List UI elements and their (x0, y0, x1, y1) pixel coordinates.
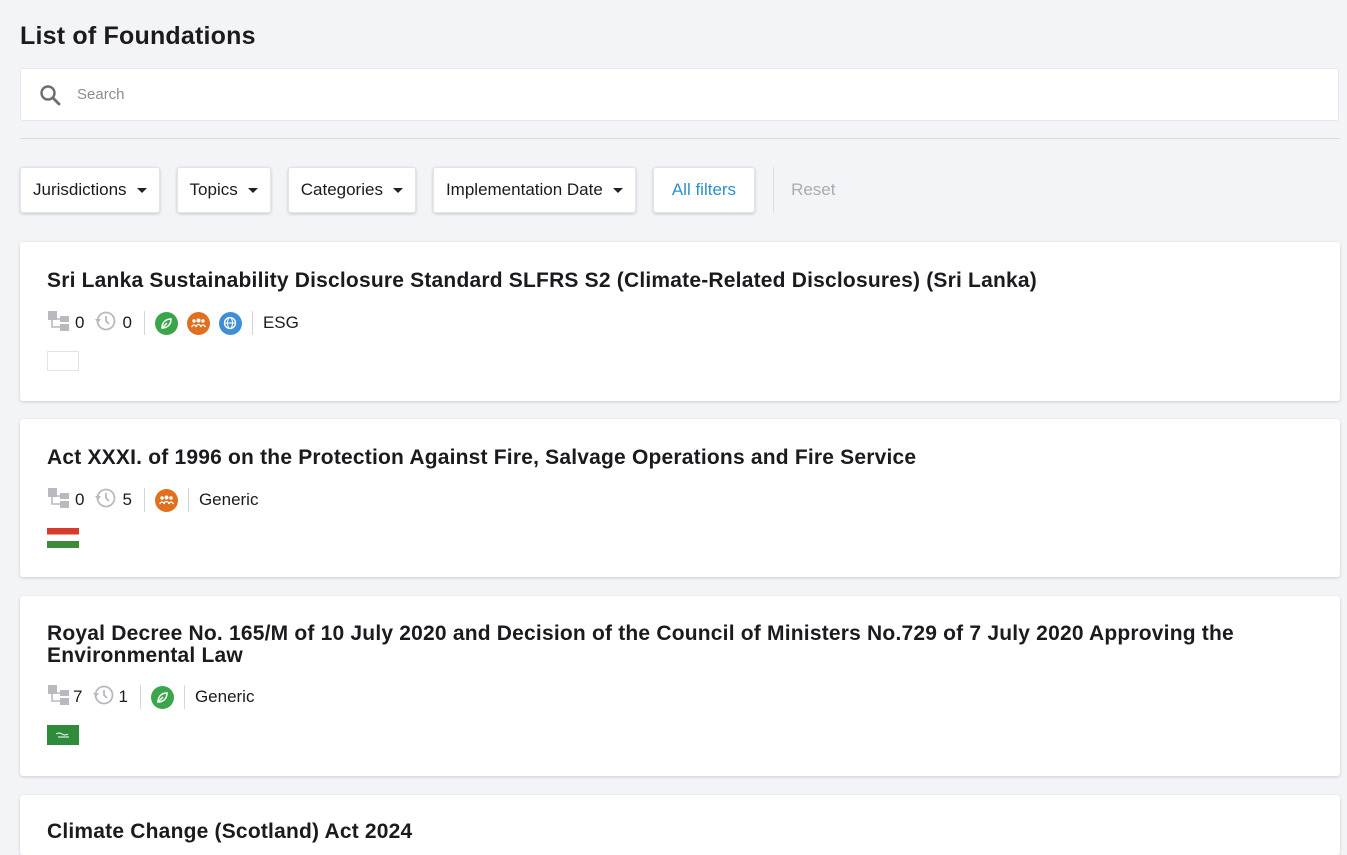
hierarchy-count: 0 (75, 313, 85, 332)
caret-down-icon (136, 187, 147, 193)
jurisdictions-label: Jurisdictions (33, 180, 127, 199)
jurisdictions-filter-button[interactable]: Jurisdictions (20, 167, 160, 213)
divider (20, 138, 1340, 139)
search-icon (39, 84, 61, 106)
page-title: List of Foundations (20, 22, 256, 50)
all-filters-button[interactable]: All filters (652, 167, 756, 213)
caret-down-icon (392, 187, 403, 193)
filter-divider (773, 167, 775, 213)
saudi-arabia-flag (47, 725, 79, 745)
people-icon (154, 488, 178, 512)
search-input[interactable] (75, 85, 1279, 104)
globe-icon (218, 311, 242, 335)
page: List of Foundations Jurisdictions Topics… (0, 0, 1347, 214)
categories-label: Categories (300, 180, 383, 199)
history-count: 0 (122, 313, 132, 332)
foundation-meta: 0 5 Generic (47, 486, 1313, 514)
leaf-icon (150, 685, 174, 709)
history-count: 1 (118, 687, 128, 706)
topics-label: Topics (189, 180, 238, 199)
hierarchy-icon (47, 310, 71, 337)
meta-divider (251, 311, 253, 335)
implementation-date-label: Implementation Date (445, 180, 603, 199)
search-bar[interactable] (20, 68, 1339, 121)
implementation-date-filter-button[interactable]: Implementation Date (432, 167, 636, 213)
hierarchy-icon (47, 487, 71, 514)
foundation-card[interactable]: Royal Decree No. 165/M of 10 July 2020 a… (20, 596, 1340, 776)
foundation-title[interactable]: Climate Change (Scotland) Act 2024 (47, 821, 1313, 843)
caret-down-icon (612, 187, 623, 193)
foundation-title[interactable]: Act XXXI. of 1996 on the Protection Agai… (47, 447, 1313, 469)
category-label: Generic (198, 490, 259, 509)
meta-divider (187, 488, 189, 512)
foundation-card[interactable]: Climate Change (Scotland) Act 2024 (20, 795, 1340, 855)
hierarchy-icon (47, 684, 71, 711)
category-label: ESG (262, 313, 299, 332)
reset-button[interactable]: Reset (791, 180, 835, 200)
hungary-flag (47, 528, 79, 548)
meta-divider (143, 311, 145, 335)
blank-flag (47, 351, 79, 371)
people-icon (186, 311, 210, 335)
history-icon (94, 310, 118, 337)
foundation-meta: 7 1 Generic (47, 683, 1313, 711)
hierarchy-count: 0 (75, 490, 85, 509)
history-count: 5 (122, 490, 132, 509)
categories-filter-button[interactable]: Categories (287, 167, 416, 213)
topics-filter-button[interactable]: Topics (176, 167, 271, 213)
meta-divider (139, 685, 141, 709)
history-icon (92, 684, 116, 711)
foundation-meta: 0 0 ESG (47, 309, 1313, 337)
foundation-card[interactable]: Sri Lanka Sustainability Disclosure Stan… (20, 242, 1340, 401)
category-label: Generic (194, 687, 255, 706)
history-icon (94, 487, 118, 514)
foundation-card[interactable]: Act XXXI. of 1996 on the Protection Agai… (20, 419, 1340, 577)
leaf-icon (154, 311, 178, 335)
meta-divider (143, 488, 145, 512)
caret-down-icon (247, 187, 258, 193)
filter-bar: Jurisdictions Topics Categories Implemen… (20, 166, 1341, 214)
foundation-title[interactable]: Sri Lanka Sustainability Disclosure Stan… (47, 270, 1313, 292)
meta-divider (183, 685, 185, 709)
hierarchy-count: 7 (73, 687, 83, 706)
foundation-title[interactable]: Royal Decree No. 165/M of 10 July 2020 a… (47, 623, 1313, 667)
